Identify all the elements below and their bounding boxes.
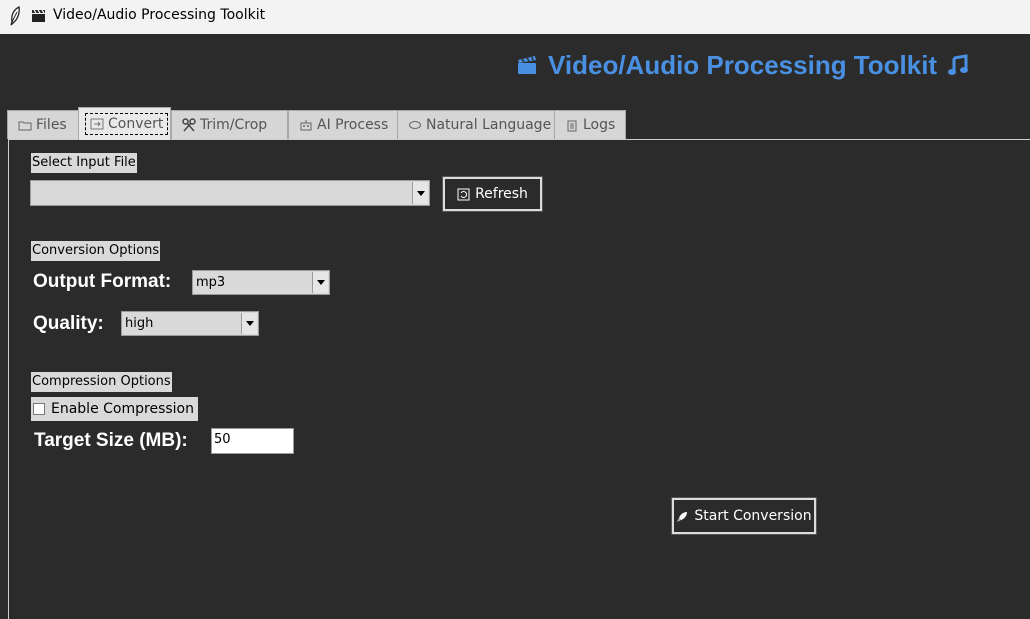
- enable-compression-checkbox[interactable]: Enable Compression: [31, 397, 198, 421]
- start-conversion-button[interactable]: Start Conversion: [671, 497, 817, 535]
- music-note-icon: [948, 54, 969, 75]
- chevron-down-icon[interactable]: [241, 313, 257, 334]
- chevron-down-icon[interactable]: [412, 182, 428, 204]
- robot-icon: [300, 120, 312, 131]
- compression-section-label: Compression Options: [31, 372, 172, 392]
- tab-natural-language-label: Natural Language: [426, 117, 552, 133]
- tab-convert-label: Convert: [108, 116, 164, 132]
- tab-natural-language[interactable]: Natural Language: [397, 110, 555, 139]
- clapperboard-icon: [518, 56, 536, 74]
- quality-value: high: [125, 316, 154, 331]
- tab-trim-crop-label: Trim/Crop: [200, 117, 268, 133]
- speech-bubble-icon: [409, 121, 421, 129]
- clapperboard-icon: [32, 9, 45, 22]
- tab-files[interactable]: Files: [7, 110, 79, 139]
- feather-icon: [10, 6, 20, 26]
- target-size-label: Target Size (MB):: [34, 430, 188, 451]
- rocket-icon: [677, 511, 688, 522]
- output-format-label: Output Format:: [33, 271, 172, 292]
- refresh-button-label: Refresh: [475, 186, 528, 202]
- output-format-value: mp3: [196, 275, 226, 290]
- quality-label: Quality:: [33, 313, 104, 334]
- input-file-combobox[interactable]: [30, 180, 430, 206]
- clipboard-icon: [567, 120, 577, 132]
- folder-icon: [18, 121, 32, 131]
- window-title: Video/Audio Processing Toolkit: [53, 7, 266, 23]
- tab-ai-process-label: AI Process: [317, 117, 389, 133]
- start-conversion-label: Start Conversion: [694, 508, 812, 524]
- tab-focus-ring: Convert: [85, 113, 169, 135]
- conversion-section-label: Conversion Options: [31, 241, 161, 261]
- chevron-down-icon[interactable]: [312, 272, 328, 293]
- quality-select[interactable]: high: [121, 311, 259, 336]
- tab-trim-crop[interactable]: Trim/Crop: [171, 110, 288, 139]
- enable-compression-label: Enable Compression: [51, 401, 194, 417]
- tab-convert[interactable]: Convert: [78, 107, 171, 140]
- tab-logs-label: Logs: [583, 117, 616, 133]
- tab-logs[interactable]: Logs: [554, 110, 626, 139]
- input-section-label: Select Input File: [31, 153, 137, 173]
- window-titlebar: Video/Audio Processing Toolkit: [0, 0, 1030, 34]
- tab-ai-process[interactable]: AI Process: [288, 110, 398, 139]
- refresh-button[interactable]: Refresh: [442, 176, 543, 212]
- checkbox-box[interactable]: [33, 403, 45, 415]
- app-header: Video/Audio Processing Toolkit: [516, 48, 969, 82]
- refresh-icon: [457, 188, 470, 200]
- tab-files-label: Files: [36, 117, 67, 133]
- app-title: Video/Audio Processing Toolkit: [548, 49, 938, 80]
- scissors-icon: [182, 118, 196, 132]
- convert-icon: [90, 118, 104, 130]
- output-format-select[interactable]: mp3: [192, 270, 330, 295]
- target-size-input[interactable]: 50: [211, 428, 294, 454]
